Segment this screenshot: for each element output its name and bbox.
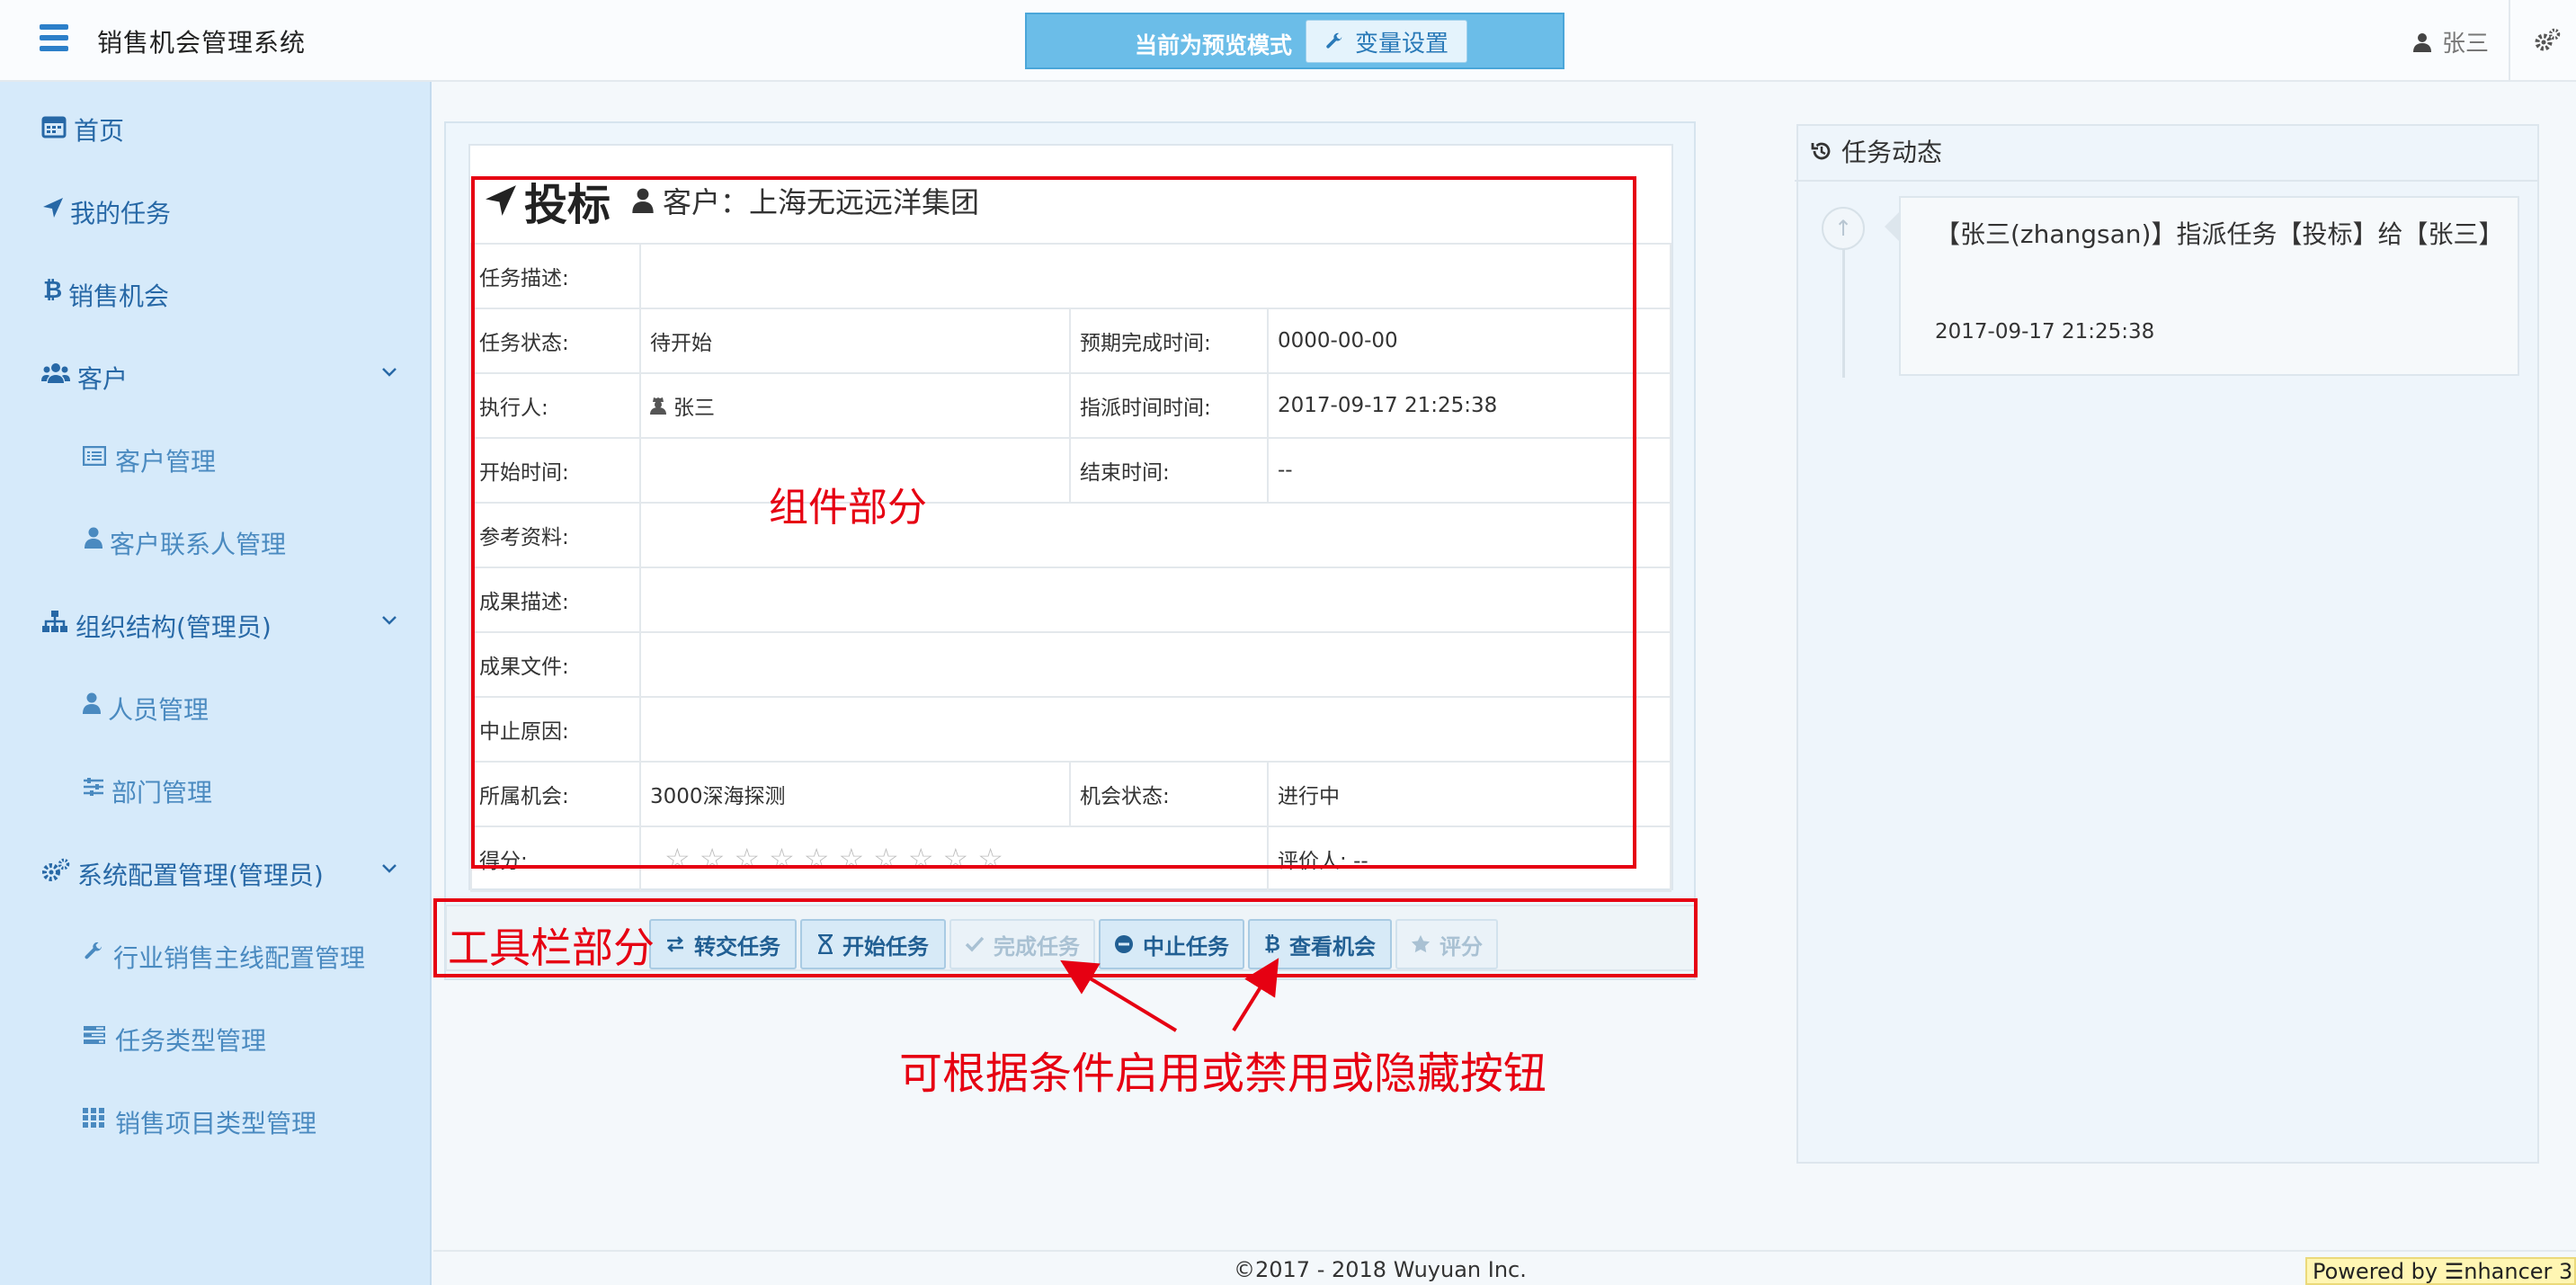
arrow-up-icon: ↑ [1822,207,1865,250]
copyright: ©2017 - 2018 Wuyuan Inc. [1234,1257,1527,1282]
activity-card-caret [1885,212,1899,241]
history-icon [1811,140,1832,162]
activity-header: 任务动态 [1811,133,1942,169]
activity-text: 【张三(zhangsan)】指派任务【投标】给【张三】 [1935,219,2504,249]
activity-title: 任务动态 [1841,138,1943,167]
activity-time: 2017-09-17 21:25:38 [1935,320,2155,344]
powered-by-badge[interactable]: Powered by ☰nhancer 3.1 [2305,1257,2576,1285]
activity-header-divider [1795,180,2539,182]
